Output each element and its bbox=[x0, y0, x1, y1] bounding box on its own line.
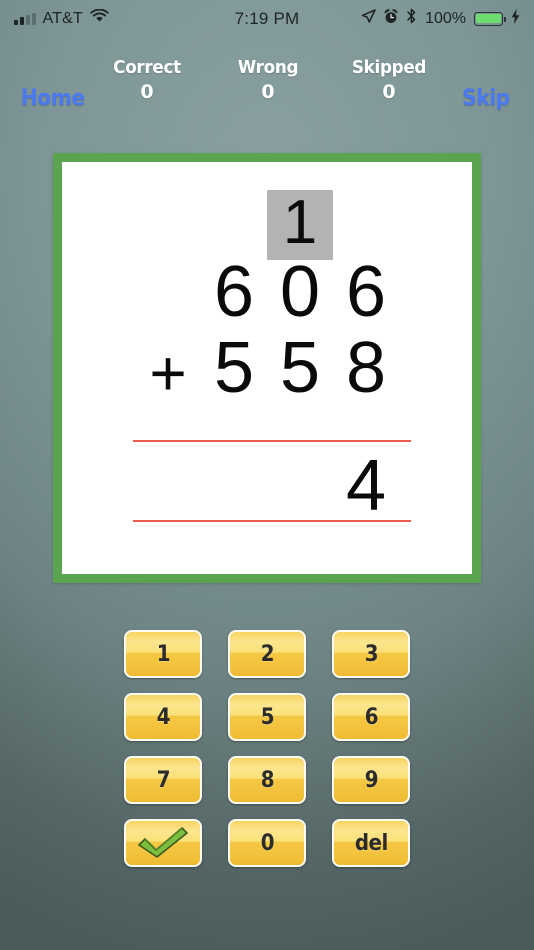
key-delete[interactable]: del bbox=[332, 819, 410, 867]
battery-full-icon bbox=[474, 11, 506, 26]
sum-rule-bottom bbox=[133, 520, 411, 522]
top-operand-hundreds: 6 bbox=[213, 252, 255, 332]
key-4[interactable]: 4 bbox=[124, 693, 202, 741]
key-9[interactable]: 9 bbox=[332, 756, 410, 804]
key-3[interactable]: 3 bbox=[332, 630, 410, 678]
operator-plus: + bbox=[149, 337, 187, 409]
counter-correct-value: 0 bbox=[140, 81, 154, 103]
key-3-label: 3 bbox=[364, 641, 378, 667]
carry-digit-tens-value: 1 bbox=[282, 188, 318, 257]
number-keypad: 1 2 3 4 5 6 7 8 9 0 del bbox=[124, 630, 410, 867]
carrier-label: AT&T bbox=[42, 9, 84, 27]
key-7[interactable]: 7 bbox=[124, 756, 202, 804]
problem-board: 1 6 0 6 + 5 5 8 4 bbox=[53, 153, 481, 583]
key-8[interactable]: 8 bbox=[228, 756, 306, 804]
counter-correct-label: Correct bbox=[113, 57, 181, 78]
bluetooth-icon bbox=[406, 8, 417, 29]
clock-label: 7:19 PM bbox=[234, 8, 300, 28]
wifi-icon bbox=[90, 8, 109, 28]
bottom-operand-tens: 5 bbox=[279, 328, 321, 408]
key-submit-check[interactable] bbox=[124, 819, 202, 867]
counter-skipped-value: 0 bbox=[382, 81, 396, 103]
counter-wrong-value: 0 bbox=[261, 81, 275, 103]
bottom-operand-ones: 8 bbox=[345, 328, 387, 408]
key-0[interactable]: 0 bbox=[228, 819, 306, 867]
key-2-label: 2 bbox=[260, 641, 274, 667]
top-operand-tens: 0 bbox=[279, 252, 321, 332]
skip-button[interactable]: Skip bbox=[462, 86, 510, 111]
key-2[interactable]: 2 bbox=[228, 630, 306, 678]
app-header: Home Skip Correct 0 Wrong 0 Skipped 0 bbox=[0, 55, 534, 123]
key-5-label: 5 bbox=[260, 704, 274, 730]
key-1[interactable]: 1 bbox=[124, 630, 202, 678]
problem-board-inner: 1 6 0 6 + 5 5 8 4 bbox=[62, 162, 472, 574]
battery-percent-label: 100% bbox=[425, 9, 466, 27]
key-1-label: 1 bbox=[156, 641, 170, 667]
alarm-clock-icon bbox=[384, 8, 398, 29]
home-button[interactable]: Home bbox=[21, 86, 85, 111]
key-8-label: 8 bbox=[260, 767, 274, 793]
answer-digit-ones: 4 bbox=[345, 446, 387, 526]
carry-digit-tens[interactable]: 1 bbox=[267, 190, 333, 260]
counter-correct: Correct 0 bbox=[88, 57, 206, 103]
top-operand-ones: 6 bbox=[345, 252, 387, 332]
key-0-label: 0 bbox=[260, 830, 274, 856]
status-bar: AT&T 7:19 PM 100% bbox=[0, 0, 534, 37]
checkmark-icon bbox=[138, 827, 188, 858]
location-arrow-icon bbox=[361, 8, 376, 29]
key-4-label: 4 bbox=[156, 704, 170, 730]
lightning-bolt-icon bbox=[511, 8, 520, 29]
key-6[interactable]: 6 bbox=[332, 693, 410, 741]
sum-rule-top bbox=[133, 440, 411, 442]
key-delete-label: del bbox=[354, 830, 388, 856]
key-5[interactable]: 5 bbox=[228, 693, 306, 741]
long-addition-problem: 1 6 0 6 + 5 5 8 4 bbox=[62, 162, 472, 574]
key-6-label: 6 bbox=[364, 704, 378, 730]
cellular-bars-icon bbox=[14, 12, 36, 25]
counter-wrong: Wrong 0 bbox=[209, 57, 327, 103]
key-7-label: 7 bbox=[156, 767, 170, 793]
status-bar-left: AT&T bbox=[14, 8, 109, 28]
bottom-operand-hundreds: 5 bbox=[213, 328, 255, 408]
status-bar-right: 100% bbox=[361, 8, 520, 29]
score-counters: Correct 0 Wrong 0 Skipped 0 bbox=[88, 57, 448, 103]
counter-wrong-label: Wrong bbox=[237, 57, 299, 78]
key-9-label: 9 bbox=[364, 767, 378, 793]
counter-skipped-label: Skipped bbox=[351, 57, 427, 78]
counter-skipped: Skipped 0 bbox=[330, 57, 448, 103]
